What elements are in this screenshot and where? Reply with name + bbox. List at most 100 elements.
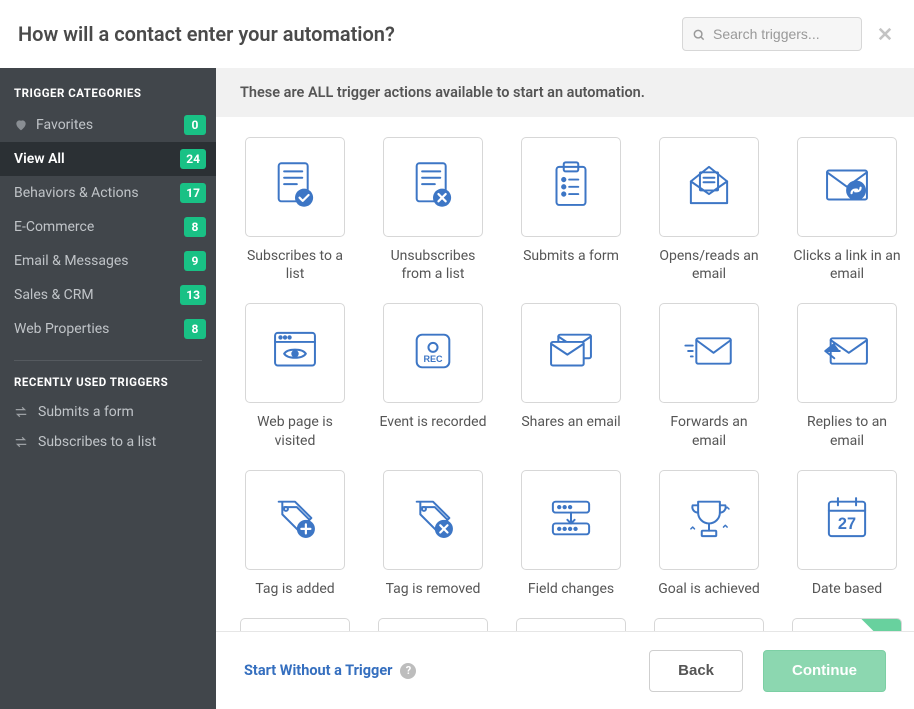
trigger-label: Submits a form (523, 247, 619, 265)
modal-header: How will a contact enter your automation… (0, 0, 914, 68)
count-badge: 13 (180, 285, 206, 305)
open-envelope-icon (680, 156, 738, 218)
close-button[interactable] (876, 25, 894, 43)
categories-heading: TRIGGER CATEGORIES (0, 86, 216, 108)
envelope-reply-icon (818, 322, 876, 384)
search-icon (692, 27, 706, 41)
trigger-subscribes[interactable]: Subscribes to a list (240, 137, 350, 283)
trigger-tile[interactable] (245, 303, 345, 403)
sidebar-item-label: Email & Messages (14, 253, 129, 269)
trigger-unsubscribes[interactable]: Unsubscribes from a list (378, 137, 488, 283)
back-button[interactable]: Back (649, 650, 743, 692)
trigger-label: Tag is added (255, 580, 334, 598)
trigger-submits-form[interactable]: Submits a form (516, 137, 626, 283)
search-wrapper (682, 17, 862, 51)
trigger-forwards-email[interactable]: Forwards an email (654, 303, 764, 449)
recent-item-label: Submits a form (38, 404, 134, 420)
trigger-webpage-visited[interactable]: Web page is visited (240, 303, 350, 449)
recent-heading: RECENTLY USED TRIGGERS (0, 375, 216, 397)
search-input[interactable] (682, 17, 862, 51)
recent-item[interactable]: Submits a form (0, 397, 216, 427)
sidebar-item-ecommerce[interactable]: E-Commerce 8 (0, 210, 216, 244)
trigger-tile[interactable]: 27 (797, 470, 897, 570)
swap-icon (14, 405, 28, 419)
trigger-tile[interactable] (521, 137, 621, 237)
partial-trigger-tile[interactable] (240, 618, 350, 631)
continue-button[interactable]: Continue (763, 650, 886, 692)
trigger-label: Replies to an email (792, 413, 902, 449)
trigger-field-changes[interactable]: Field changes (516, 470, 626, 598)
sidebar-item-label: E-Commerce (14, 219, 94, 235)
document-x-icon (404, 156, 462, 218)
trigger-tile[interactable] (383, 137, 483, 237)
sidebar-divider (14, 360, 202, 361)
clipboard-icon (542, 156, 600, 218)
trigger-tile[interactable] (245, 470, 345, 570)
sidebar-item-email[interactable]: Email & Messages 9 (0, 244, 216, 278)
calendar-icon: 27 (818, 489, 876, 551)
trigger-event-recorded[interactable]: REC Event is recorded (378, 303, 488, 449)
trigger-tile[interactable] (797, 137, 897, 237)
trigger-tile[interactable] (659, 303, 759, 403)
trigger-tag-added[interactable]: Tag is added (240, 470, 350, 598)
footer: Start Without a Trigger ? Back Continue (216, 631, 914, 709)
category-list: Favorites 0 View All 24 Behaviors & Acti… (0, 108, 216, 346)
footer-buttons: Back Continue (649, 650, 886, 692)
svg-text:27: 27 (838, 515, 856, 533)
start-without-label: Start Without a Trigger (244, 662, 392, 679)
svg-text:REC: REC (423, 354, 443, 364)
sidebar-item-behaviors[interactable]: Behaviors & Actions 17 (0, 176, 216, 210)
sidebar-item-label: Web Properties (14, 321, 109, 337)
recent-item[interactable]: Subscribes to a list (0, 427, 216, 457)
trigger-tile[interactable] (659, 137, 759, 237)
sidebar-item-web[interactable]: Web Properties 8 (0, 312, 216, 346)
trigger-tile[interactable] (659, 470, 759, 570)
trigger-goal-achieved[interactable]: Goal is achieved (654, 470, 764, 598)
sidebar-item-favorites[interactable]: Favorites 0 (0, 108, 216, 142)
count-badge: 9 (184, 251, 206, 271)
partial-trigger-tile[interactable] (654, 618, 764, 631)
trigger-date-based[interactable]: 27 Date based (792, 470, 902, 598)
sidebar-item-label: Favorites (36, 117, 93, 133)
partial-trigger-tile[interactable] (378, 618, 488, 631)
start-without-trigger-link[interactable]: Start Without a Trigger ? (244, 662, 416, 679)
trigger-tile[interactable] (797, 303, 897, 403)
help-icon[interactable]: ? (400, 663, 416, 679)
new-ribbon-icon (861, 618, 902, 631)
trigger-tag-removed[interactable]: Tag is removed (378, 470, 488, 598)
trigger-tile[interactable] (521, 470, 621, 570)
sidebar-item-label: Behaviors & Actions (14, 185, 139, 201)
trophy-icon (680, 489, 738, 551)
header-right (682, 17, 894, 51)
modal-body: TRIGGER CATEGORIES Favorites 0 View All … (0, 68, 914, 709)
trigger-label: Shares an email (521, 413, 620, 431)
recent-list: Submits a form Subscribes to a list (0, 397, 216, 457)
sidebar-item-sales[interactable]: Sales & CRM 13 (0, 278, 216, 312)
trigger-tile[interactable]: REC (383, 303, 483, 403)
trigger-opens-email[interactable]: Opens/reads an email (654, 137, 764, 283)
trigger-tile[interactable] (383, 470, 483, 570)
trigger-tile[interactable] (245, 137, 345, 237)
trigger-label: Clicks a link in an email (792, 247, 902, 283)
envelope-forward-icon (680, 322, 738, 384)
trigger-label: Field changes (528, 580, 614, 598)
trigger-replies-email[interactable]: Replies to an email (792, 303, 902, 449)
trigger-grid: Subscribes to a list Unsubscribes from a… (240, 137, 902, 598)
envelope-link-icon (818, 156, 876, 218)
partial-trigger-tile[interactable] (792, 618, 902, 631)
count-badge: 8 (184, 319, 206, 339)
document-check-icon (266, 156, 324, 218)
trigger-label: Web page is visited (240, 413, 350, 449)
sidebar-item-view-all[interactable]: View All 24 (0, 142, 216, 176)
trigger-clicks-link[interactable]: Clicks a link in an email (792, 137, 902, 283)
partial-trigger-tile[interactable] (516, 618, 626, 631)
trigger-tile[interactable] (521, 303, 621, 403)
main-panel: These are ALL trigger actions available … (216, 68, 914, 709)
trigger-label: Date based (812, 580, 882, 598)
trigger-label: Unsubscribes from a list (378, 247, 488, 283)
heart-icon (14, 118, 28, 132)
count-badge: 0 (184, 115, 206, 135)
trigger-shares-email[interactable]: Shares an email (516, 303, 626, 449)
browser-eye-icon (266, 322, 324, 384)
info-bar: These are ALL trigger actions available … (216, 68, 914, 117)
